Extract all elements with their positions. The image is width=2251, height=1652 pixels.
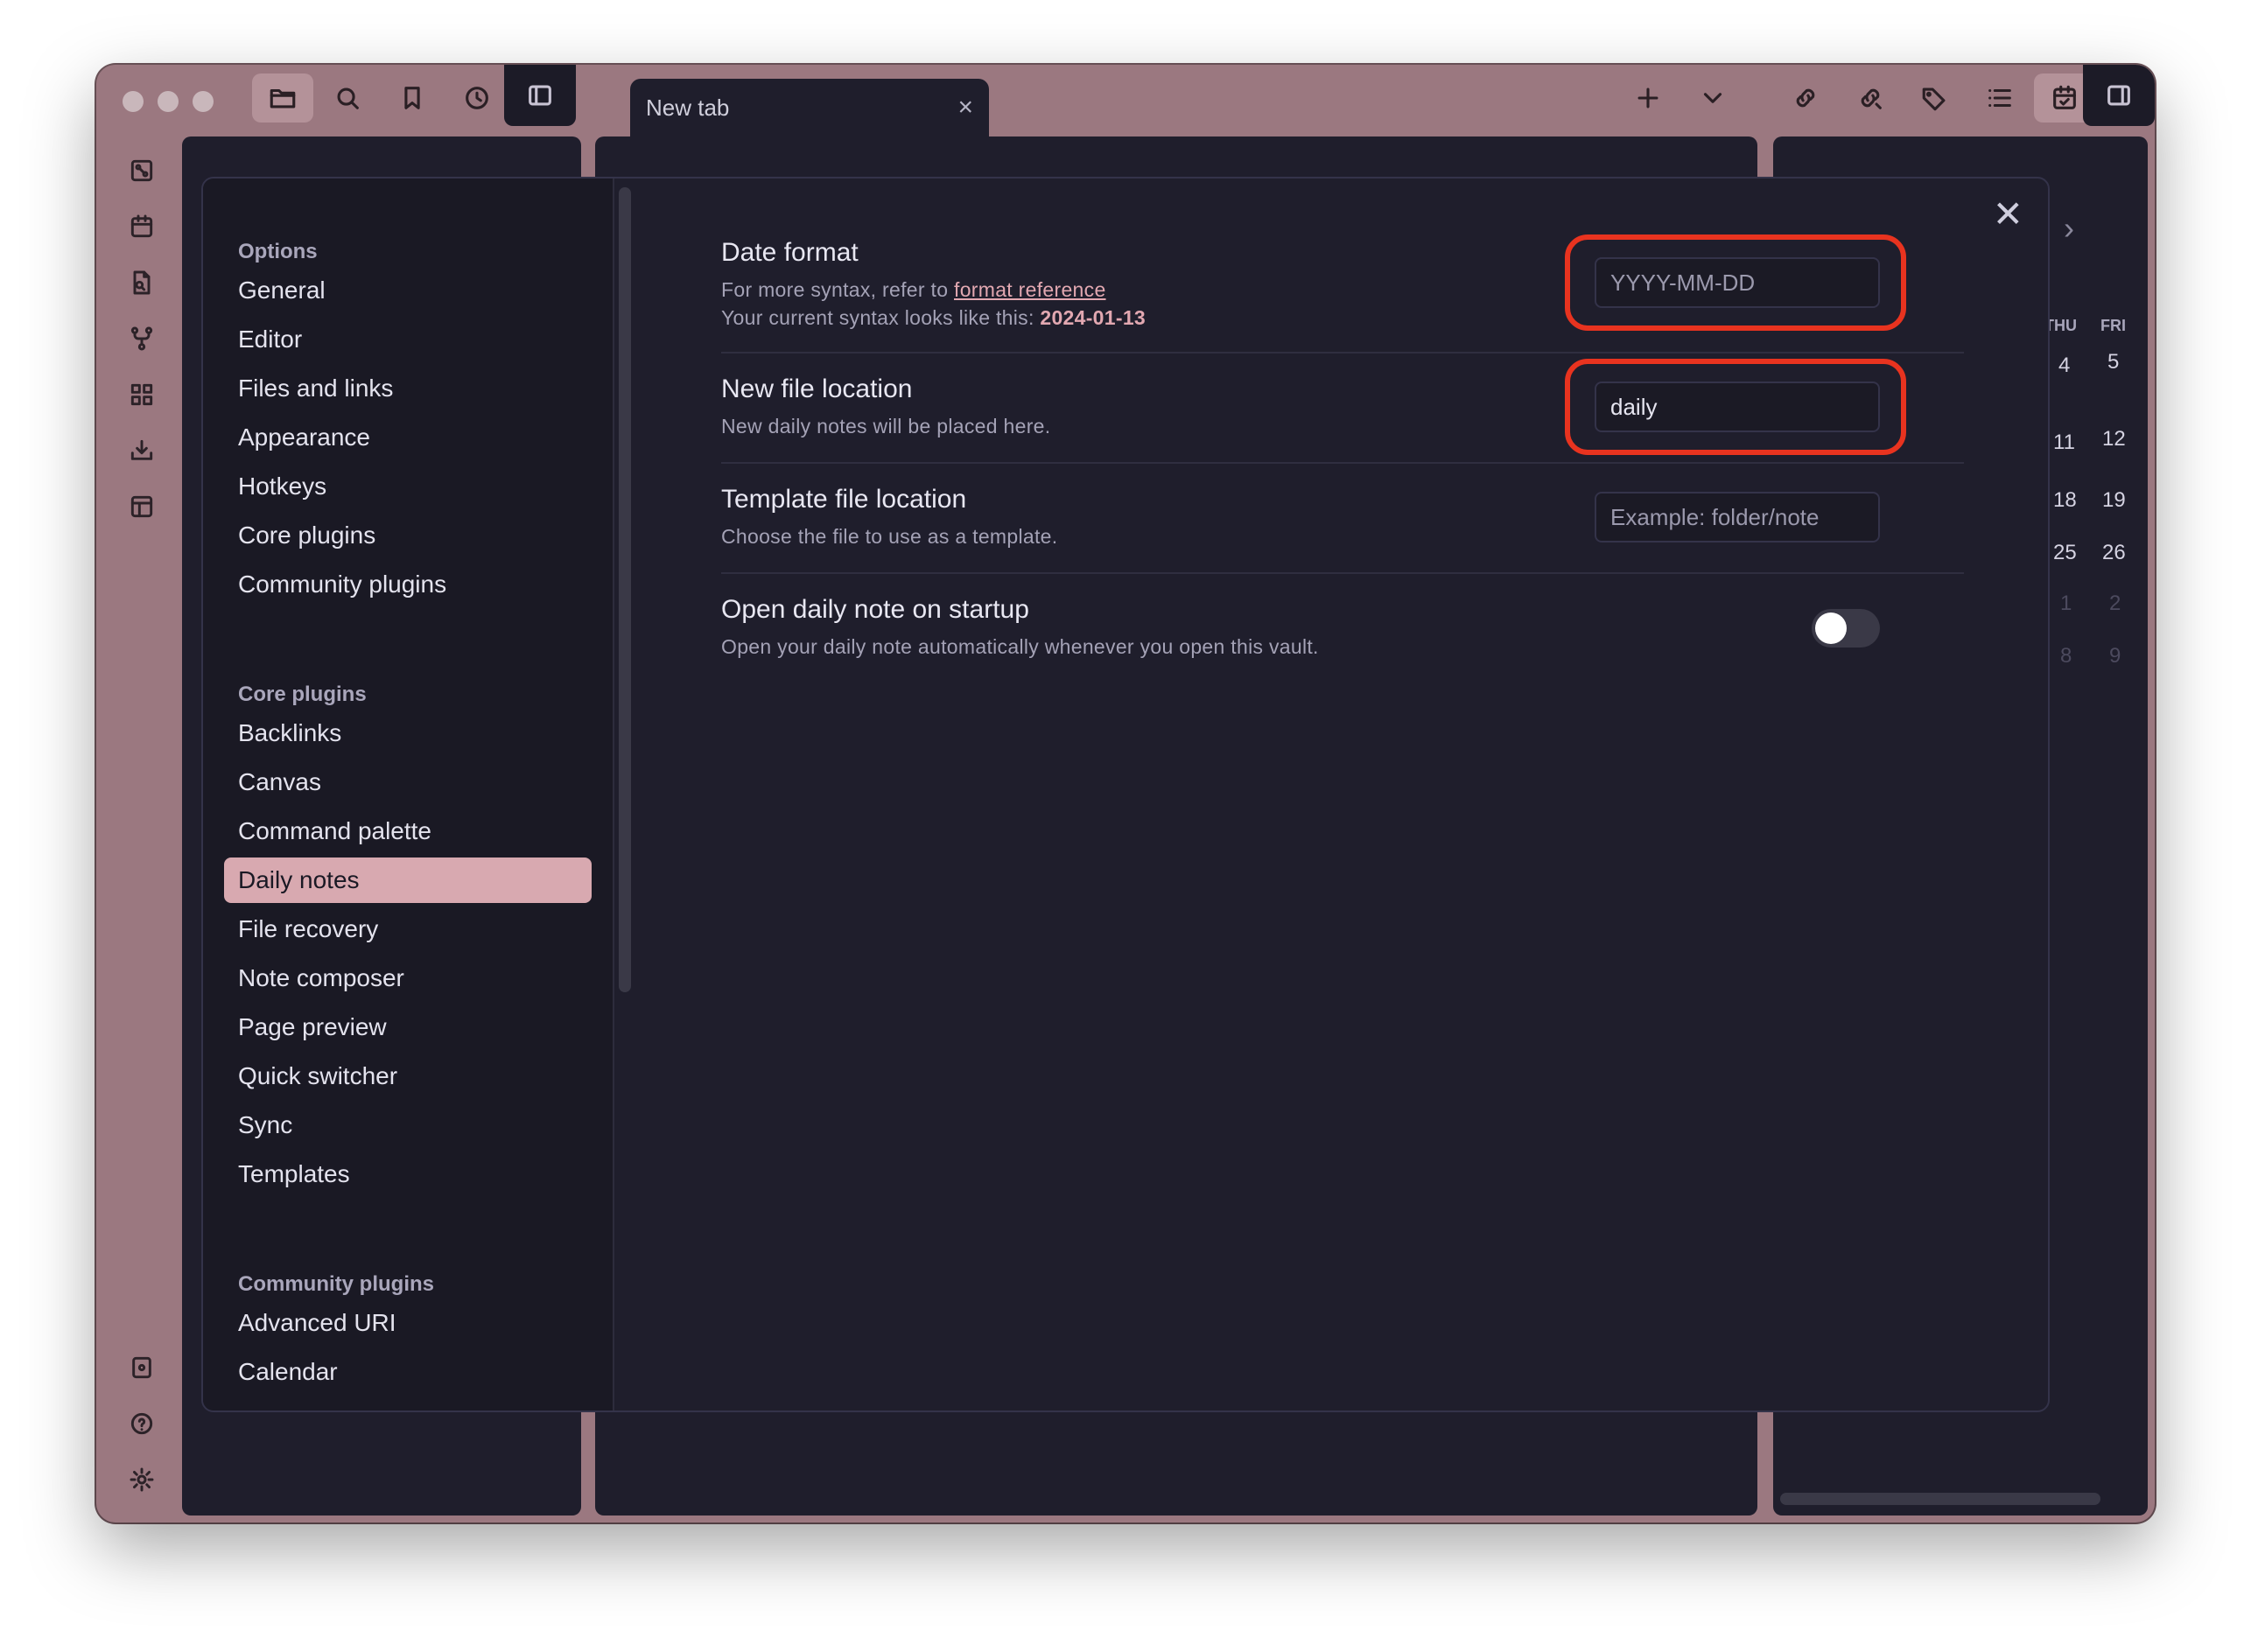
- new-tab-icon[interactable]: [1617, 74, 1679, 122]
- calendar-day[interactable]: 4: [2058, 354, 2070, 378]
- calendar-day[interactable]: 5: [2107, 350, 2119, 374]
- sidebar-item-community-plugins[interactable]: Community plugins: [224, 562, 592, 607]
- annotation-highlight: [1565, 234, 1906, 331]
- sidebar-heading-options: Options: [238, 240, 318, 263]
- sidebar-item-general[interactable]: General: [224, 268, 592, 313]
- file-search-icon[interactable]: [116, 261, 168, 304]
- graph-icon[interactable]: [116, 149, 168, 192]
- sidebar-item-advanced-uri[interactable]: Advanced URI: [224, 1300, 592, 1346]
- sidebar-item-files-and-links[interactable]: Files and links: [224, 366, 592, 411]
- zoom-window-button[interactable]: [193, 91, 214, 112]
- calendar-day[interactable]: 8: [2060, 644, 2072, 668]
- sidebar-item-hotkeys[interactable]: Hotkeys: [224, 464, 592, 509]
- calendar-day[interactable]: 9: [2109, 644, 2121, 668]
- calendar-day[interactable]: 11: [2053, 430, 2075, 455]
- tab-new-tab[interactable]: New tab ×: [630, 79, 989, 136]
- files-icon[interactable]: [252, 74, 313, 122]
- bookmark-icon[interactable]: [382, 74, 443, 122]
- setting-description: Open your daily note automatically whene…: [721, 635, 1319, 658]
- setting-name: Template file location: [721, 485, 967, 514]
- right-sidebar-toggle-icon[interactable]: [2083, 65, 2155, 126]
- outline-icon[interactable]: [1969, 74, 2030, 122]
- calendar-day[interactable]: 25: [2053, 541, 2077, 565]
- format-reference-link[interactable]: format reference: [954, 278, 1106, 301]
- sidebar-item-core-plugins[interactable]: Core plugins: [224, 513, 592, 558]
- search-icon[interactable]: [317, 74, 378, 122]
- outgoing-links-icon[interactable]: [1840, 74, 1901, 122]
- tab-title: New tab: [646, 94, 730, 121]
- setting-template-file-location: Template file location Choose the file t…: [721, 464, 1964, 574]
- chevron-down-icon[interactable]: [1682, 74, 1743, 122]
- syntax-preview-value: 2024-01-13: [1040, 306, 1147, 329]
- calendar-header-fri: FRI: [2100, 317, 2126, 334]
- sidebar-item-note-composer[interactable]: Note composer: [224, 956, 592, 1001]
- sidebar-item-sync[interactable]: Sync: [224, 1102, 592, 1148]
- sidebar-item-page-preview[interactable]: Page preview: [224, 1004, 592, 1050]
- sidebar-scrollbar[interactable]: [619, 187, 631, 992]
- setting-open-on-startup: Open daily note on startup Open your dai…: [721, 574, 1964, 688]
- close-window-button[interactable]: [123, 91, 144, 112]
- sidebar-heading-community-plugins: Community plugins: [238, 1272, 434, 1296]
- sidebar-item-templates[interactable]: Templates: [224, 1152, 592, 1197]
- window-controls: [123, 91, 214, 112]
- calendar-day[interactable]: 1: [2060, 592, 2072, 616]
- setting-description: For more syntax, refer to format referen…: [721, 278, 1106, 301]
- sidebar-item-canvas[interactable]: Canvas: [224, 760, 592, 805]
- annotation-highlight: [1565, 359, 1906, 455]
- setting-description: New daily notes will be placed here.: [721, 415, 1051, 438]
- backlinks-icon[interactable]: [1775, 74, 1836, 122]
- setting-name: Open daily note on startup: [721, 595, 1029, 624]
- sidebar-item-quick-switcher[interactable]: Quick switcher: [224, 1054, 592, 1099]
- app-window: New tab × THU FRI 4 5 11 12 18 19 25 26 …: [96, 65, 2155, 1522]
- horizontal-scrollbar[interactable]: [1780, 1493, 2100, 1505]
- sidebar-item-calendar[interactable]: Calendar: [224, 1349, 592, 1395]
- sidebar-item-command-palette[interactable]: Command palette: [224, 808, 592, 854]
- template-file-location-input[interactable]: [1595, 492, 1880, 542]
- left-sidebar-toggle-icon[interactable]: [504, 65, 576, 126]
- calendar-icon[interactable]: [116, 205, 168, 248]
- help-icon[interactable]: [116, 1402, 168, 1446]
- settings-content: Date format For more syntax, refer to fo…: [721, 214, 1964, 688]
- chevron-right-icon[interactable]: ›: [2064, 210, 2074, 247]
- minimize-window-button[interactable]: [158, 91, 179, 112]
- sidebar-item-daily-notes[interactable]: Daily notes: [224, 858, 592, 903]
- sidebar-heading-core-plugins: Core plugins: [238, 682, 367, 706]
- git-fork-icon[interactable]: [116, 317, 168, 360]
- setting-name: New file location: [721, 374, 913, 403]
- modal-close-icon[interactable]: ✕: [1993, 192, 2023, 235]
- setting-description: Choose the file to use as a template.: [721, 525, 1058, 548]
- setting-name: Date format: [721, 238, 859, 267]
- sidebar-item-backlinks[interactable]: Backlinks: [224, 710, 592, 756]
- calendar-day[interactable]: 26: [2102, 541, 2126, 565]
- setting-new-file-location: New file location New daily notes will b…: [721, 354, 1964, 464]
- gear-icon[interactable]: [116, 1458, 168, 1502]
- blocks-icon[interactable]: [116, 373, 168, 416]
- sidebar-item-editor[interactable]: Editor: [224, 317, 592, 362]
- setting-syntax-preview: Your current syntax looks like this: 202…: [721, 306, 1147, 329]
- layout-icon[interactable]: [116, 485, 168, 528]
- calendar-day[interactable]: 2: [2109, 592, 2121, 616]
- clock-icon[interactable]: [446, 74, 508, 122]
- sidebar-item-appearance[interactable]: Appearance: [224, 415, 592, 460]
- settings-sidebar: Options General Editor Files and links A…: [203, 178, 614, 1410]
- download-icon[interactable]: [116, 429, 168, 472]
- sidebar-item-file-recovery[interactable]: File recovery: [224, 906, 592, 952]
- settings-modal: Options General Editor Files and links A…: [201, 177, 2050, 1412]
- calendar-day[interactable]: 18: [2053, 488, 2077, 513]
- open-on-startup-toggle[interactable]: [1812, 609, 1880, 648]
- tags-icon[interactable]: [1904, 74, 1966, 122]
- vault-icon[interactable]: [116, 1346, 168, 1390]
- tab-close-icon[interactable]: ×: [957, 93, 973, 122]
- calendar-day[interactable]: 12: [2102, 427, 2126, 452]
- calendar-day[interactable]: 19: [2102, 488, 2126, 513]
- setting-date-format: Date format For more syntax, refer to fo…: [721, 214, 1964, 354]
